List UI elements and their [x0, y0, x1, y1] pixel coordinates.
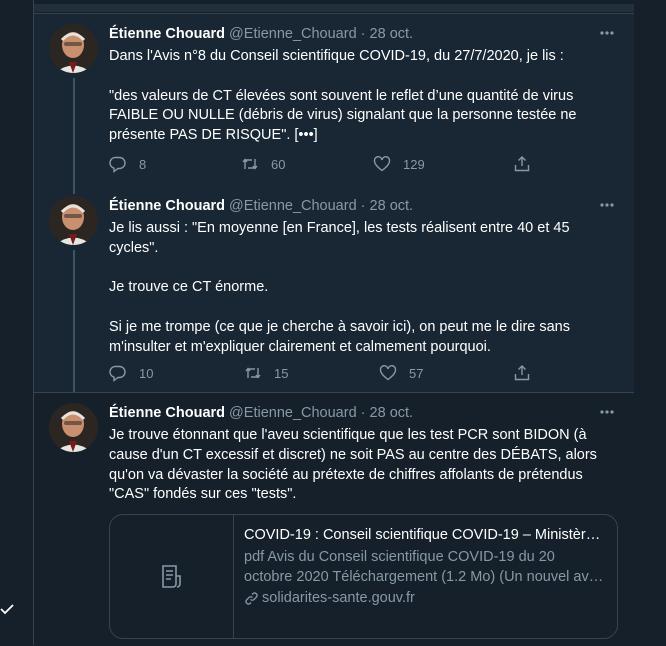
- retweet-button[interactable]: 60: [241, 154, 285, 174]
- share-icon: [514, 365, 530, 381]
- like-button[interactable]: 129: [373, 154, 425, 174]
- card-body: COVID-19 : Conseil scientifique COVID-19…: [244, 525, 604, 608]
- tweet[interactable]: Étienne Chouard @Etienne_Chouard · 28 oc…: [34, 14, 634, 186]
- tweet-text: Je trouve étonnant que l'aveu scientifiq…: [109, 427, 601, 503]
- separator: ·: [360, 198, 366, 214]
- like-icon: [373, 156, 391, 172]
- card-domain: solidarites-sante.gouv.fr: [244, 588, 604, 608]
- retweet-icon: [245, 367, 261, 379]
- like-button[interactable]: 57: [379, 363, 423, 383]
- tweet-text: Dans l'Avis n°8 du Conseil scientifique …: [109, 48, 577, 144]
- share-button[interactable]: [513, 363, 543, 383]
- share-button[interactable]: [513, 154, 543, 174]
- reply-button[interactable]: 8: [109, 154, 146, 174]
- tweet-thread: Étienne Chouard @Etienne_Chouard · 28 oc…: [33, 0, 635, 646]
- more-icon[interactable]: [599, 405, 615, 419]
- tweet-date[interactable]: 28 oct.: [370, 198, 414, 214]
- reply-count: 10: [139, 365, 154, 381]
- card-description: pdf Avis du Conseil scientifique COVID-1…: [244, 549, 600, 585]
- tweet-header: Étienne Chouard @Etienne_Chouard · 28 oc…: [109, 405, 413, 421]
- reply-icon: [109, 365, 126, 382]
- like-icon: [379, 365, 397, 381]
- document-icon: [161, 564, 181, 588]
- tweet-date[interactable]: 28 oct.: [370, 26, 414, 42]
- like-count: 129: [403, 156, 425, 172]
- more-icon[interactable]: [599, 26, 615, 40]
- like-count: 57: [409, 365, 424, 381]
- link-icon: [245, 591, 258, 605]
- left-rail: [0, 0, 33, 645]
- tweet[interactable]: Étienne Chouard @Etienne_Chouard · 28 oc…: [34, 392, 634, 646]
- separator: ·: [360, 26, 366, 42]
- right-gutter: [634, 0, 666, 645]
- author-name[interactable]: Étienne Chouard: [109, 405, 225, 421]
- separator: ·: [360, 405, 366, 421]
- retweet-button[interactable]: 15: [244, 363, 288, 383]
- thread-line: [73, 186, 75, 194]
- avatar[interactable]: [49, 196, 98, 245]
- retweet-count: 60: [271, 156, 286, 172]
- author-name[interactable]: Étienne Chouard: [109, 26, 225, 42]
- reply-icon: [109, 156, 126, 173]
- tweet-text: Je lis aussi : "En moyenne [en France], …: [109, 220, 570, 355]
- tweet-header: Étienne Chouard @Etienne_Chouard · 28 oc…: [109, 26, 413, 42]
- retweet-icon: [242, 158, 258, 170]
- author-name[interactable]: Étienne Chouard: [109, 198, 225, 214]
- tweet[interactable]: Étienne Chouard @Etienne_Chouard · 28 oc…: [34, 186, 634, 392]
- tweet-date[interactable]: 28 oct.: [370, 405, 414, 421]
- reply-count: 8: [139, 156, 147, 172]
- author-handle[interactable]: @Etienne_Chouard: [229, 198, 357, 214]
- share-icon: [514, 156, 530, 172]
- card-domain-text: solidarites-sante.gouv.fr: [262, 590, 415, 606]
- tweet-actions: 10 15 57: [109, 363, 539, 383]
- more-icon[interactable]: [599, 198, 615, 212]
- avatar[interactable]: [49, 403, 98, 452]
- card-thumbnail: [110, 515, 234, 638]
- retweet-count: 15: [274, 365, 289, 381]
- author-handle[interactable]: @Etienne_Chouard: [229, 26, 357, 42]
- card-title: COVID-19 : Conseil scientifique COVID-19…: [244, 527, 604, 543]
- author-handle[interactable]: @Etienne_Chouard: [229, 405, 357, 421]
- reply-button[interactable]: 10: [109, 363, 153, 383]
- thread-line: [73, 78, 75, 186]
- tweet-header: Étienne Chouard @Etienne_Chouard · 28 oc…: [109, 198, 413, 214]
- link-preview-card[interactable]: COVID-19 : Conseil scientifique COVID-19…: [109, 514, 618, 639]
- checkmark-icon[interactable]: [0, 602, 14, 616]
- thread-line: [73, 250, 75, 392]
- avatar[interactable]: [49, 24, 98, 73]
- tweet-actions: 8 60 129: [109, 154, 539, 174]
- previous-tweet-edge: [34, 0, 634, 14]
